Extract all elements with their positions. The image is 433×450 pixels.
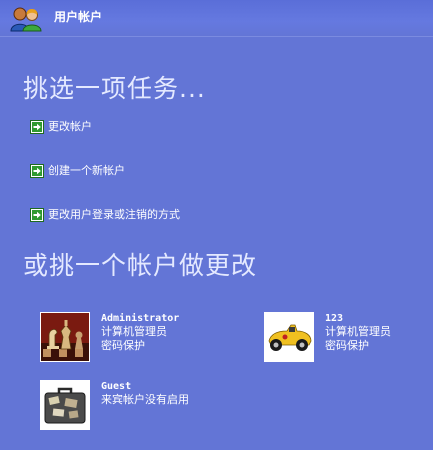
account-type: 来宾帐户没有启用: [101, 393, 189, 406]
account-status: 密码保护: [101, 339, 145, 352]
users-icon: [10, 7, 42, 32]
task-change-account[interactable]: 更改帐户: [30, 119, 92, 135]
account-name: Administrator: [101, 313, 180, 324]
account-type: 计算机管理员: [325, 325, 391, 338]
chess-pieces-avatar: [40, 312, 90, 362]
account-guest[interactable]: Guest 来宾帐户没有启用: [40, 380, 240, 430]
green-arrow-icon: [30, 208, 44, 222]
green-arrow-icon: [30, 164, 44, 178]
task-change-logon[interactable]: 更改用户登录或注销的方式: [30, 207, 180, 223]
account-type: 计算机管理员: [101, 325, 167, 338]
account-name: Guest: [101, 381, 132, 392]
window-title: 用户帐户: [54, 10, 103, 24]
account-status: 密码保护: [325, 339, 369, 352]
account-administrator[interactable]: Administrator 计算机管理员 密码保护: [40, 312, 240, 362]
task-label: 创建一个新帐户: [48, 164, 125, 177]
task-label: 更改用户登录或注销的方式: [48, 208, 180, 221]
green-arrow-icon: [30, 120, 44, 134]
race-car-avatar: [264, 312, 314, 362]
account-heading: 或挑一个帐户做更改: [23, 251, 258, 280]
task-heading: 挑选一项任务...: [23, 74, 206, 103]
suitcase-avatar: [40, 380, 90, 430]
task-label: 更改帐户: [48, 120, 92, 133]
title-bar: 用户帐户: [0, 0, 433, 37]
account-name: 123: [325, 313, 344, 324]
task-create-account[interactable]: 创建一个新帐户: [30, 163, 125, 179]
account-123[interactable]: 123 计算机管理员 密码保护: [264, 312, 433, 362]
